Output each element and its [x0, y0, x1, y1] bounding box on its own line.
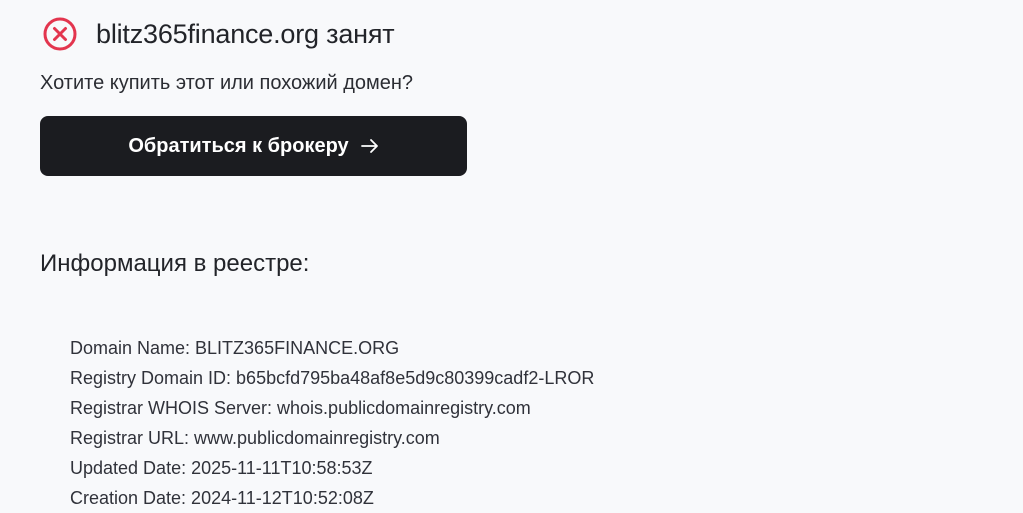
whois-updated-date: Updated Date: 2025-11-11T10:58:53Z [70, 458, 373, 478]
x-circle-icon [40, 14, 80, 54]
domain-status-title: blitz365finance.org занят [96, 18, 395, 49]
contact-broker-button[interactable]: Обратиться к брокеру [40, 116, 467, 176]
purchase-question: Хотите купить этот или похожий домен? [40, 72, 414, 94]
contact-broker-label: Обратиться к брокеру [128, 134, 349, 157]
registry-info-heading: Информация в реестре: [40, 250, 310, 277]
arrow-right-icon [360, 138, 379, 154]
whois-record-list: Domain Name: BLITZ365FINANCE.ORG Registr… [70, 333, 594, 513]
whois-registrar-server: Registrar WHOIS Server: whois.publicdoma… [70, 398, 531, 418]
whois-registry-domain-id: Registry Domain ID: b65bcfd795ba48af8e5d… [70, 368, 595, 388]
whois-domain-name: Domain Name: BLITZ365FINANCE.ORG [70, 338, 400, 358]
whois-registrar-url: Registrar URL: www.publicdomainregistry.… [70, 428, 440, 448]
domain-status-header: blitz365finance.org занят [40, 14, 395, 54]
whois-creation-date: Creation Date: 2024-11-12T10:52:08Z [70, 488, 374, 508]
